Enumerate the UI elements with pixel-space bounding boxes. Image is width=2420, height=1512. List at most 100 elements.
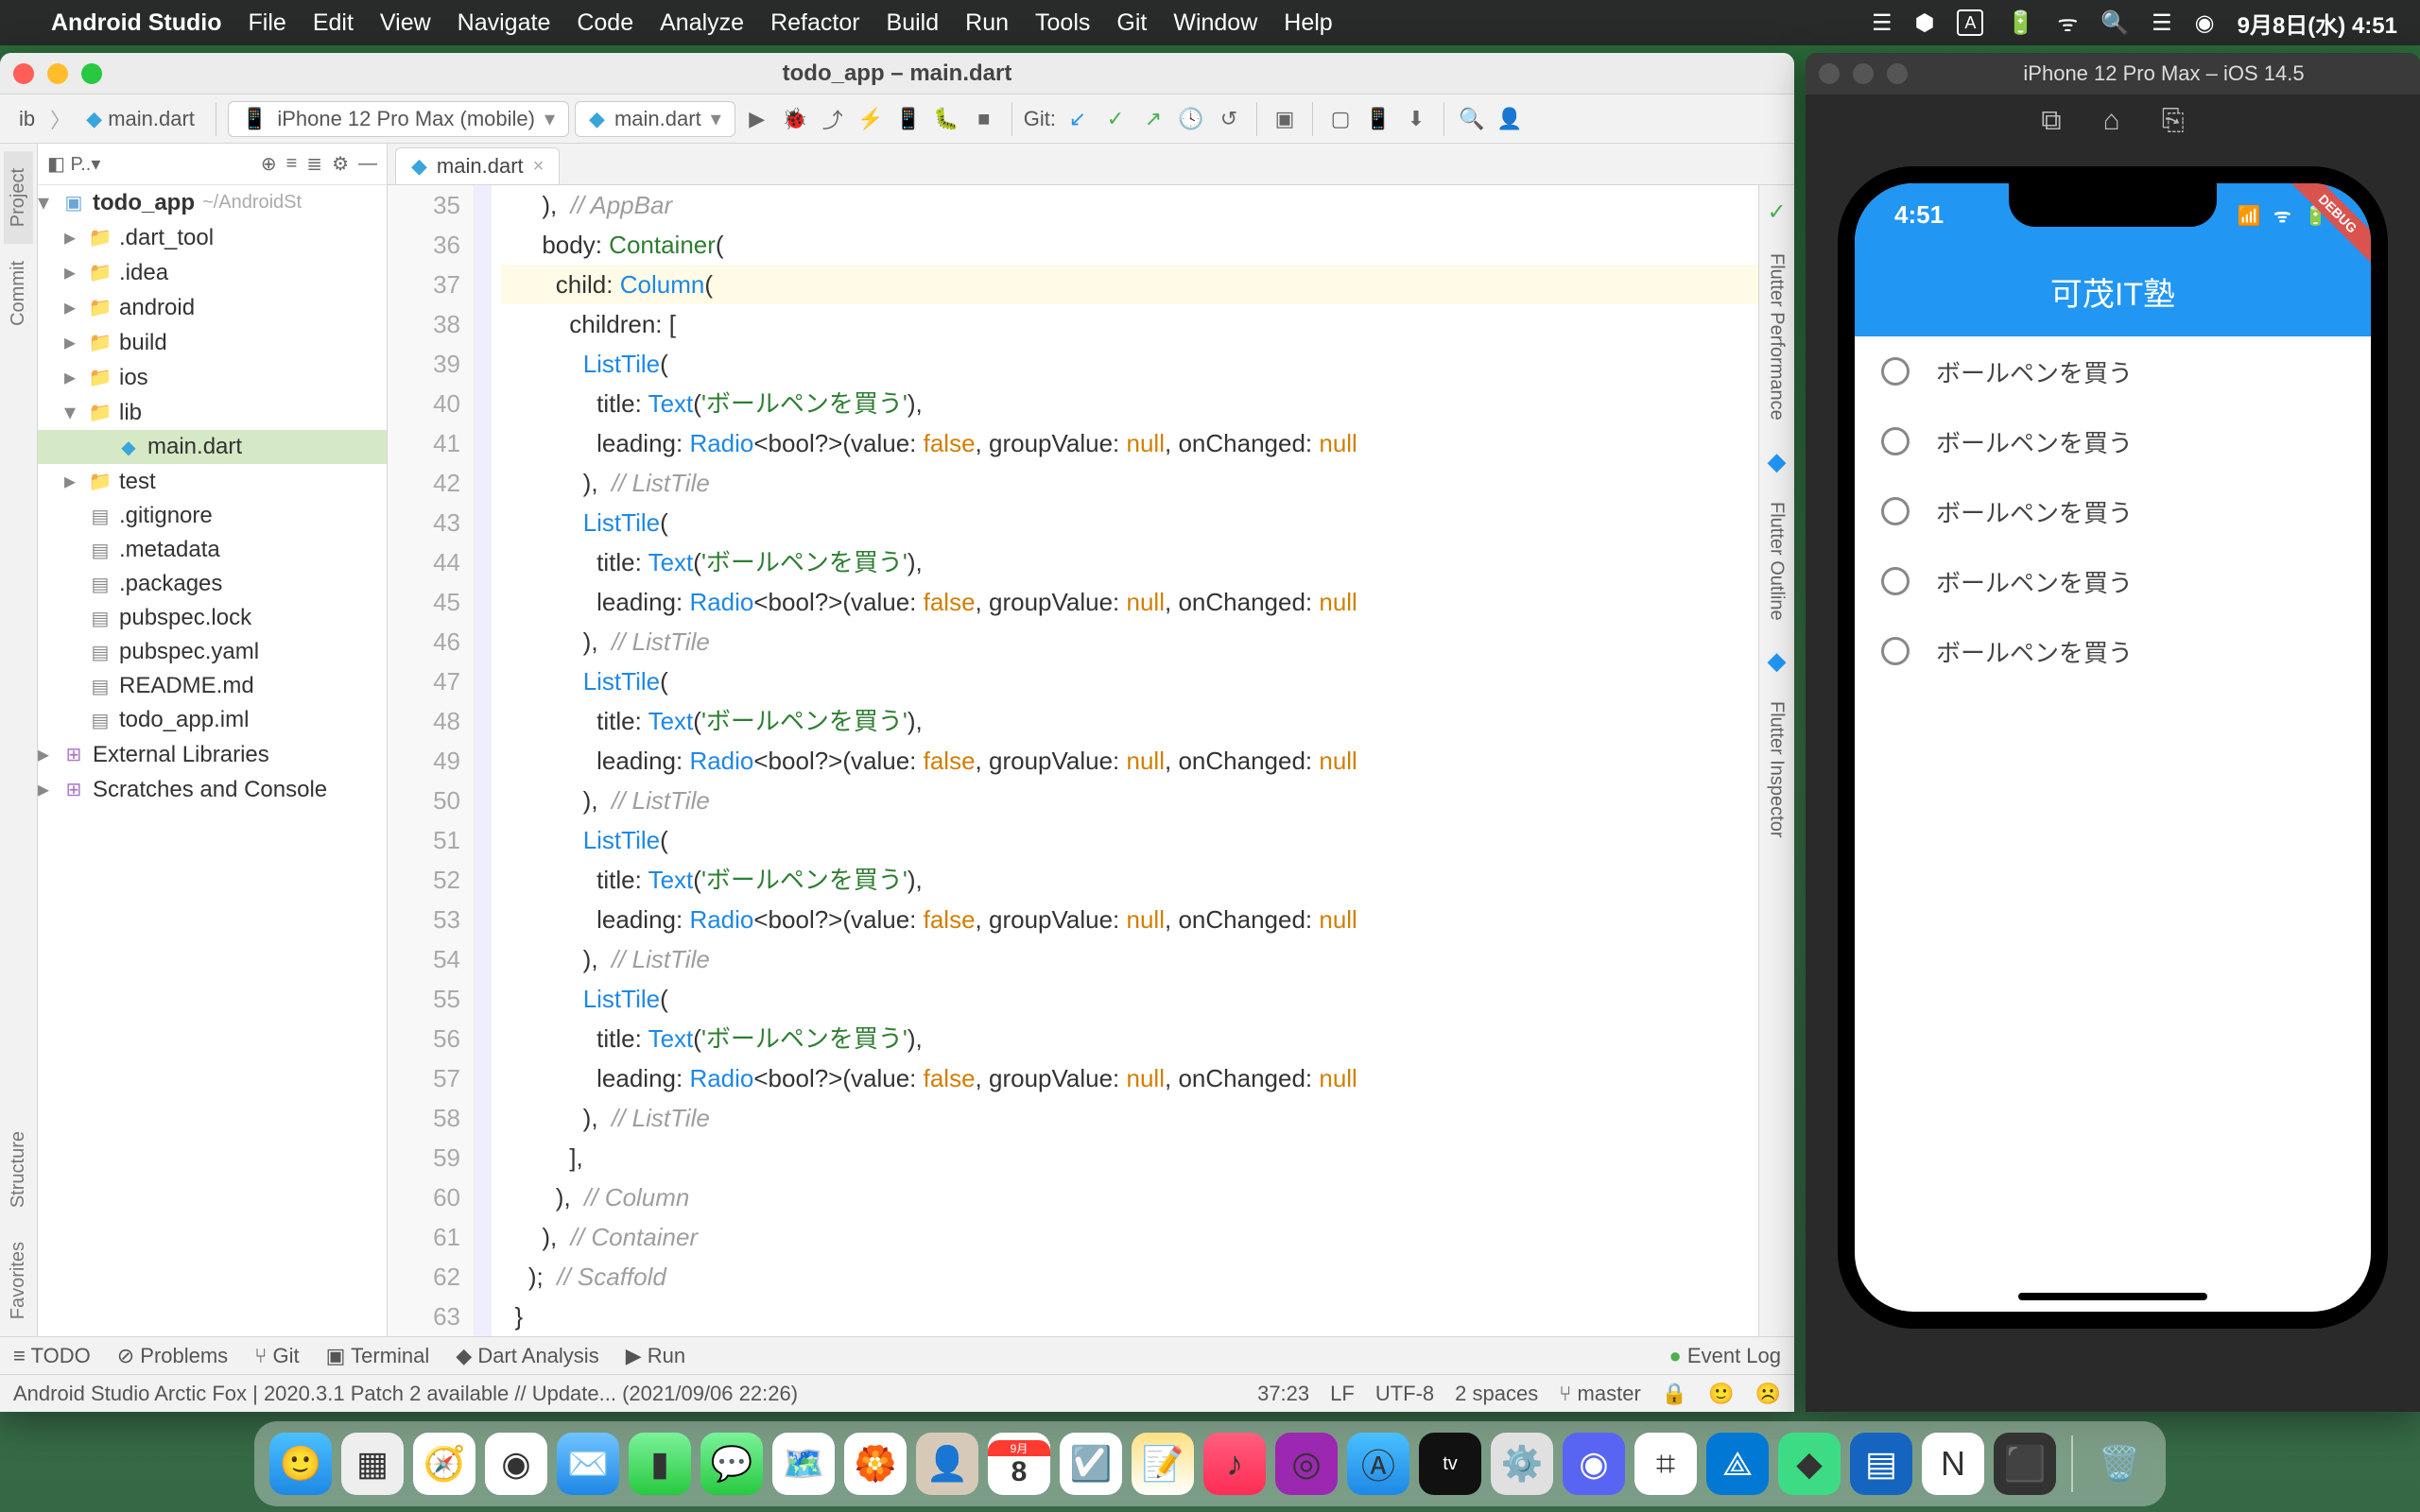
facetime-icon[interactable]: ▮: [629, 1433, 691, 1495]
radio-icon[interactable]: [1881, 427, 1910, 455]
screenshot-icon[interactable]: ⧉: [2041, 105, 2061, 137]
run-button[interactable]: ▶: [741, 103, 773, 135]
sequel-icon[interactable]: ▤: [1850, 1433, 1912, 1495]
finder-icon[interactable]: 🙂: [269, 1433, 332, 1495]
menu-analyze[interactable]: Analyze: [660, 9, 744, 36]
todo-item[interactable]: ボールペンを買う: [1855, 336, 2371, 406]
tab-todo[interactable]: ≡ TODO: [13, 1344, 91, 1368]
emoji-sad-icon[interactable]: ☹️: [1755, 1382, 1781, 1406]
tree-item[interactable]: ▤.gitignore: [38, 499, 387, 533]
tree-item[interactable]: ▸📁ios: [38, 360, 387, 395]
tree-item[interactable]: ▤pubspec.lock: [38, 601, 387, 635]
emoji-happy-icon[interactable]: 🙂: [1708, 1382, 1734, 1406]
account-button[interactable]: 👤: [1494, 103, 1526, 135]
tab-terminal[interactable]: ▣ Terminal: [326, 1344, 430, 1368]
project-view-selector[interactable]: ◧ P..▾: [47, 152, 100, 176]
hot-reload-button[interactable]: ⚡: [855, 103, 887, 135]
calendar-icon[interactable]: 9月8: [988, 1433, 1050, 1495]
notion-app-icon[interactable]: N: [1922, 1433, 1984, 1495]
tree-item[interactable]: ▸📁.idea: [38, 255, 387, 290]
profile-button[interactable]: 🐛: [930, 103, 962, 135]
spotlight-icon[interactable]: 🔍: [2100, 9, 2129, 37]
discord-icon[interactable]: ◉: [1563, 1433, 1625, 1495]
git-pull-button[interactable]: ↙: [1062, 103, 1094, 135]
attach-debugger-button[interactable]: 📱: [892, 103, 925, 135]
tree-item[interactable]: ▤README.md: [38, 669, 387, 703]
menu-window[interactable]: Window: [1173, 9, 1257, 36]
minimize-button[interactable]: [47, 63, 68, 84]
editor-tab-main[interactable]: ◆ main.dart ×: [395, 147, 560, 184]
radio-icon[interactable]: [1881, 497, 1910, 525]
tree-item[interactable]: ▸⊞Scratches and Console: [38, 772, 387, 807]
tool-structure[interactable]: Structure: [4, 1114, 33, 1225]
code-content[interactable]: ), // AppBar body: Container( child: Col…: [492, 185, 1794, 1336]
tree-item[interactable]: ▤.metadata: [38, 533, 387, 567]
tab-problems[interactable]: ⊘ Problems: [117, 1344, 228, 1368]
avd-manager-button[interactable]: ▣: [1269, 103, 1301, 135]
todo-item[interactable]: ボールペンを買う: [1855, 546, 2371, 616]
android-studio-icon[interactable]: ◆: [1778, 1433, 1841, 1495]
tree-item[interactable]: ▤.packages: [38, 567, 387, 601]
menu-navigate[interactable]: Navigate: [458, 9, 551, 36]
tree-expand-icon[interactable]: ≡: [286, 153, 298, 175]
home-icon[interactable]: ⌂: [2103, 105, 2120, 137]
tab-event-log[interactable]: ● Event Log: [1669, 1344, 1782, 1368]
menu-build[interactable]: Build: [887, 9, 940, 36]
close-tab-icon[interactable]: ×: [533, 156, 544, 178]
indent-info[interactable]: 2 spaces: [1455, 1382, 1538, 1406]
tree-item[interactable]: ▸📁build: [38, 325, 387, 360]
git-history-button[interactable]: 🕓: [1175, 103, 1207, 135]
menubar-appname[interactable]: Android Studio: [51, 9, 222, 37]
code-editor[interactable]: 3536373839404142434445464748495051525354…: [388, 185, 1794, 1336]
git-commit-button[interactable]: ✓: [1099, 103, 1132, 135]
status-message[interactable]: Android Studio Arctic Fox | 2020.3.1 Pat…: [13, 1382, 798, 1406]
tool-flutter-outline[interactable]: Flutter Outline: [1755, 489, 1795, 634]
tree-item[interactable]: ▤todo_app.iml: [38, 703, 387, 737]
git-push-button[interactable]: ↗: [1137, 103, 1169, 135]
vscode-icon[interactable]: ⟁: [1706, 1433, 1769, 1495]
reminders-icon[interactable]: ☑️: [1060, 1433, 1122, 1495]
safari-icon[interactable]: 🧭: [413, 1433, 475, 1495]
tab-git[interactable]: ⑂ Git: [254, 1344, 299, 1368]
tree-root-item[interactable]: ▾▣todo_app ~/AndroidSt: [38, 185, 387, 220]
menu-tools[interactable]: Tools: [1035, 9, 1090, 36]
line-ending[interactable]: LF: [1330, 1382, 1355, 1406]
music-icon[interactable]: ♪: [1203, 1433, 1266, 1495]
battery-icon[interactable]: 🔋: [2006, 9, 2034, 37]
search-everywhere-button[interactable]: 🔍: [1456, 103, 1488, 135]
notion-icon[interactable]: ☰: [1872, 9, 1893, 37]
coverage-button[interactable]: ⤴: [817, 103, 849, 135]
run-config-selector[interactable]: ◆main.dart▾: [575, 101, 735, 137]
settings-icon[interactable]: ⚙️: [1491, 1433, 1553, 1495]
breadcrumb-file[interactable]: ◆ main.dart: [77, 103, 204, 135]
maps-icon[interactable]: 🗺️: [772, 1433, 835, 1495]
inspection-ok-icon[interactable]: ✓: [1767, 193, 1786, 232]
control-center-icon[interactable]: ☰: [2152, 9, 2172, 37]
git-branch[interactable]: ⑂ master: [1559, 1382, 1641, 1406]
tab-dart-analysis[interactable]: ◆ Dart Analysis: [456, 1344, 598, 1368]
fold-column[interactable]: [475, 185, 492, 1336]
rotate-icon[interactable]: ⎘: [2162, 105, 2185, 137]
dropbox-icon[interactable]: ⬢: [1914, 9, 1934, 37]
close-button[interactable]: [13, 63, 34, 84]
todo-item[interactable]: ボールペンを買う: [1855, 476, 2371, 546]
tool-commit[interactable]: Commit: [4, 244, 33, 343]
encoding[interactable]: UTF-8: [1375, 1382, 1434, 1406]
tree-item[interactable]: ▸📁test: [38, 464, 387, 499]
trash-icon[interactable]: 🗑️: [2088, 1433, 2151, 1495]
debug-button[interactable]: 🐞: [779, 103, 811, 135]
tv-icon[interactable]: tv: [1419, 1433, 1481, 1495]
radio-icon[interactable]: [1881, 567, 1910, 595]
tool-favorites[interactable]: Favorites: [4, 1225, 33, 1336]
tree-item[interactable]: ▸📁.dart_tool: [38, 220, 387, 255]
menu-file[interactable]: File: [249, 9, 286, 36]
menubar-datetime[interactable]: 9月8日(水) 4:51: [2238, 7, 2397, 40]
mail-icon[interactable]: ✉️: [557, 1433, 619, 1495]
tool-flutter-performance[interactable]: Flutter Performance: [1755, 240, 1795, 434]
menu-code[interactable]: Code: [577, 9, 633, 36]
menu-help[interactable]: Help: [1284, 9, 1332, 36]
podcasts-icon[interactable]: ◎: [1275, 1433, 1338, 1495]
tool-project[interactable]: Project: [4, 151, 33, 244]
tab-run[interactable]: ▶ Run: [626, 1344, 685, 1368]
device-manager-button[interactable]: 📱: [1362, 103, 1394, 135]
